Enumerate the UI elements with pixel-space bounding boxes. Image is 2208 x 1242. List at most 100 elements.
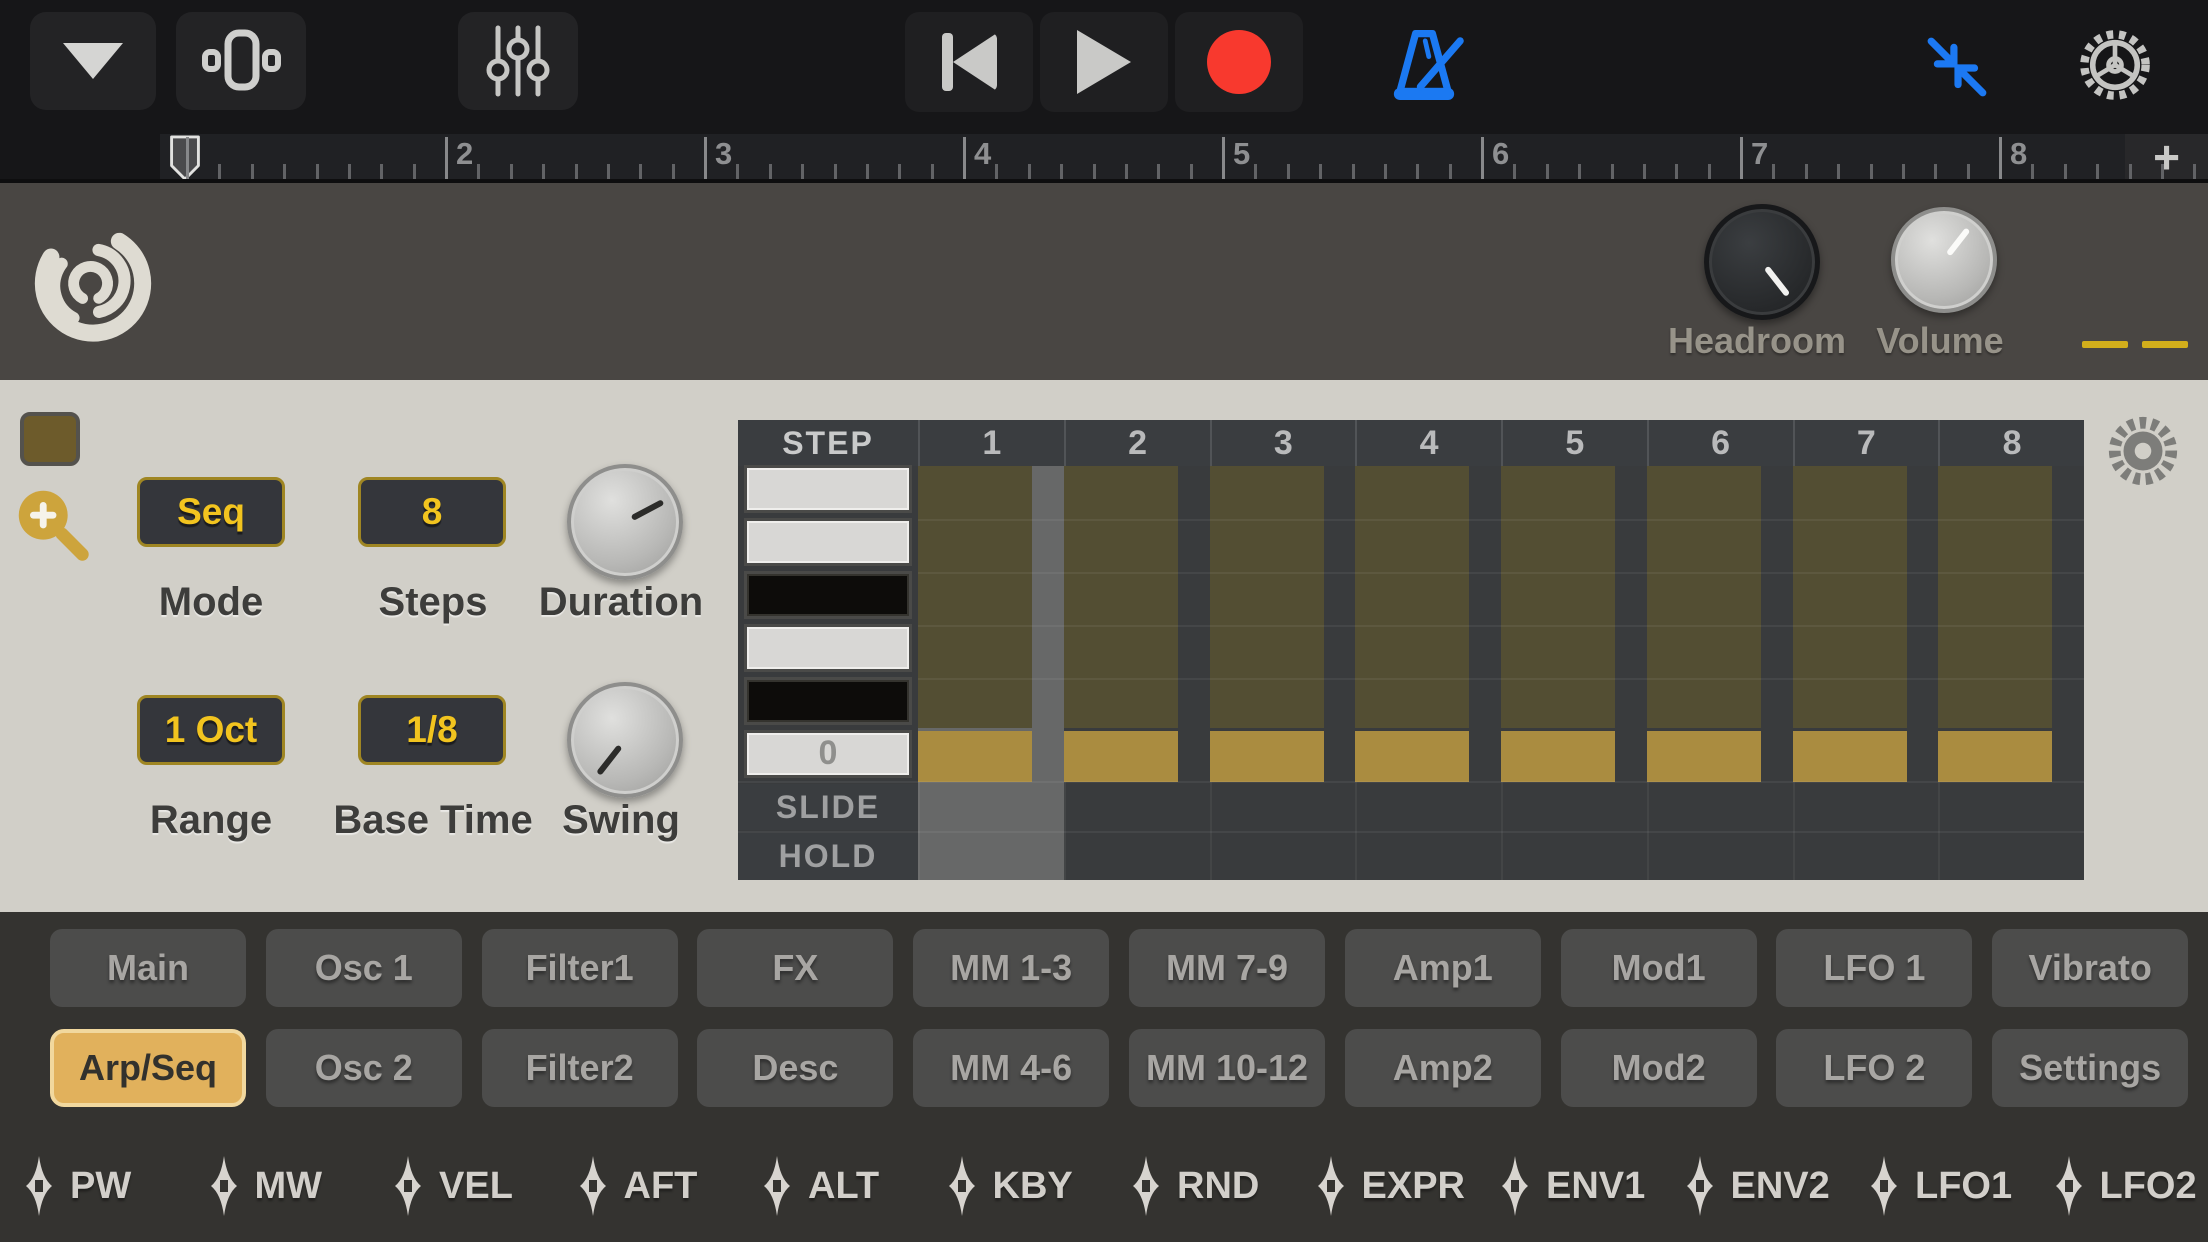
hold-cell[interactable] [1501, 833, 1647, 879]
slide-cell[interactable] [1793, 784, 1939, 830]
tab-mm-1-3[interactable]: MM 1-3 [913, 929, 1109, 1007]
hold-cell[interactable] [1210, 833, 1356, 879]
mod-source-vel[interactable]: VEL [393, 1130, 513, 1242]
disclosure-button[interactable] [30, 12, 156, 110]
tab-amp1[interactable]: Amp1 [1345, 929, 1541, 1007]
step-value-bar[interactable] [1355, 731, 1469, 782]
slide-cell[interactable] [1355, 784, 1501, 830]
color-swatch[interactable] [20, 412, 80, 466]
hold-cell[interactable] [918, 833, 1064, 879]
step-value-bar[interactable] [1647, 731, 1761, 782]
step-column-header[interactable]: 8 [1938, 420, 2084, 466]
step-column-header[interactable]: 4 [1355, 420, 1501, 466]
step-note-cell[interactable] [1210, 466, 1324, 728]
slide-cell[interactable] [1647, 784, 1793, 830]
hold-cell[interactable] [1064, 833, 1210, 879]
step-column-header[interactable]: 1 [918, 420, 1064, 466]
playhead-marker[interactable] [168, 135, 202, 181]
range-value-box[interactable]: 1 Oct [137, 695, 285, 765]
mod-source-mw[interactable]: MW [209, 1130, 323, 1242]
tab-desc[interactable]: Desc [697, 1029, 893, 1107]
step-column-header[interactable]: 7 [1793, 420, 1939, 466]
mod-source-aft[interactable]: AFT [578, 1130, 698, 1242]
pitch-row-box[interactable] [744, 518, 912, 566]
hold-cell[interactable] [1793, 833, 1939, 879]
octave-value-box[interactable]: 0 [744, 730, 912, 778]
rewind-button[interactable] [905, 12, 1033, 112]
step-value-bar[interactable] [918, 731, 1032, 782]
step-note-cell[interactable] [1647, 466, 1761, 728]
grid-settings-gear-button[interactable] [2104, 412, 2182, 490]
tab-fx[interactable]: FX [697, 929, 893, 1007]
metronome-button[interactable] [1380, 24, 1468, 106]
step-value-bar[interactable] [1210, 731, 1324, 782]
tab-osc-2[interactable]: Osc 2 [266, 1029, 462, 1107]
settings-gear-button[interactable] [2076, 26, 2154, 104]
step-value-bar[interactable] [1064, 731, 1178, 782]
tab-filter1[interactable]: Filter1 [482, 929, 678, 1007]
duration-knob[interactable] [567, 464, 683, 580]
mod-source-rnd[interactable]: RND [1131, 1130, 1259, 1242]
step-value-bar[interactable] [1501, 731, 1615, 782]
step-column-header[interactable]: 3 [1210, 420, 1356, 466]
zoom-magnifier-button[interactable] [8, 480, 98, 570]
tab-vibrato[interactable]: Vibrato [1992, 929, 2188, 1007]
mod-source-lfo2[interactable]: LFO2 [2054, 1130, 2197, 1242]
tab-filter2[interactable]: Filter2 [482, 1029, 678, 1107]
pitch-row-box[interactable] [744, 624, 912, 672]
step-column-header[interactable]: 2 [1064, 420, 1210, 466]
tab-osc-1[interactable]: Osc 1 [266, 929, 462, 1007]
hold-cell[interactable] [1938, 833, 2084, 879]
step-note-cell[interactable] [918, 466, 1032, 728]
tab-lfo-1[interactable]: LFO 1 [1776, 929, 1972, 1007]
slide-cell[interactable] [1501, 784, 1647, 830]
play-button[interactable] [1040, 12, 1168, 112]
hold-cell[interactable] [1355, 833, 1501, 879]
pitch-row-box[interactable] [744, 465, 912, 513]
tab-settings[interactable]: Settings [1992, 1029, 2188, 1107]
ruler-strip[interactable]: + 2345678 [160, 134, 2208, 179]
tab-mm-10-12[interactable]: MM 10-12 [1129, 1029, 1325, 1107]
record-button[interactable] [1175, 12, 1303, 112]
slide-cell[interactable] [1064, 784, 1210, 830]
step-note-cell[interactable] [1064, 466, 1178, 728]
headroom-knob[interactable] [1704, 204, 1820, 320]
step-value-bar[interactable] [1793, 731, 1907, 782]
step-value-bar[interactable] [1938, 731, 2052, 782]
swing-knob[interactable] [567, 682, 683, 798]
tab-mod1[interactable]: Mod1 [1561, 929, 1757, 1007]
mod-source-alt[interactable]: ALT [762, 1130, 879, 1242]
mod-source-env2[interactable]: ENV2 [1685, 1130, 1830, 1242]
mode-value-box[interactable]: Seq [137, 477, 285, 547]
step-note-cell[interactable] [1355, 466, 1469, 728]
tab-mm-7-9[interactable]: MM 7-9 [1129, 929, 1325, 1007]
add-button[interactable]: + [2153, 137, 2180, 177]
pitch-row-box[interactable] [744, 677, 912, 725]
mod-source-pw[interactable]: PW [24, 1130, 131, 1242]
mod-source-lfo1[interactable]: LFO1 [1869, 1130, 2012, 1242]
mod-source-expr[interactable]: EXPR [1316, 1130, 1468, 1242]
hold-cell[interactable] [1647, 833, 1793, 879]
step-note-cell[interactable] [1793, 466, 1907, 728]
steps-value-box[interactable]: 8 [358, 477, 506, 547]
collapse-arrows-button[interactable] [1924, 34, 1990, 100]
step-note-cell[interactable] [1938, 466, 2052, 728]
tracks-view-button[interactable] [176, 12, 306, 110]
step-column-header[interactable]: 6 [1647, 420, 1793, 466]
tab-lfo-2[interactable]: LFO 2 [1776, 1029, 1972, 1107]
mod-source-env1[interactable]: ENV1 [1500, 1130, 1645, 1242]
slide-cell[interactable] [918, 784, 1064, 830]
pitch-row-box[interactable] [744, 571, 912, 619]
slide-cell[interactable] [1938, 784, 2084, 830]
slide-cell[interactable] [1210, 784, 1356, 830]
tab-arp-seq[interactable]: Arp/Seq [50, 1029, 246, 1107]
tab-mm-4-6[interactable]: MM 4-6 [913, 1029, 1109, 1107]
step-column-header[interactable]: 5 [1501, 420, 1647, 466]
tab-main[interactable]: Main [50, 929, 246, 1007]
base-time-value-box[interactable]: 1/8 [358, 695, 506, 765]
mixer-button[interactable] [458, 12, 578, 110]
tab-amp2[interactable]: Amp2 [1345, 1029, 1541, 1107]
mod-source-kby[interactable]: KBY [947, 1130, 1073, 1242]
tab-mod2[interactable]: Mod2 [1561, 1029, 1757, 1107]
volume-knob[interactable] [1891, 207, 1997, 313]
